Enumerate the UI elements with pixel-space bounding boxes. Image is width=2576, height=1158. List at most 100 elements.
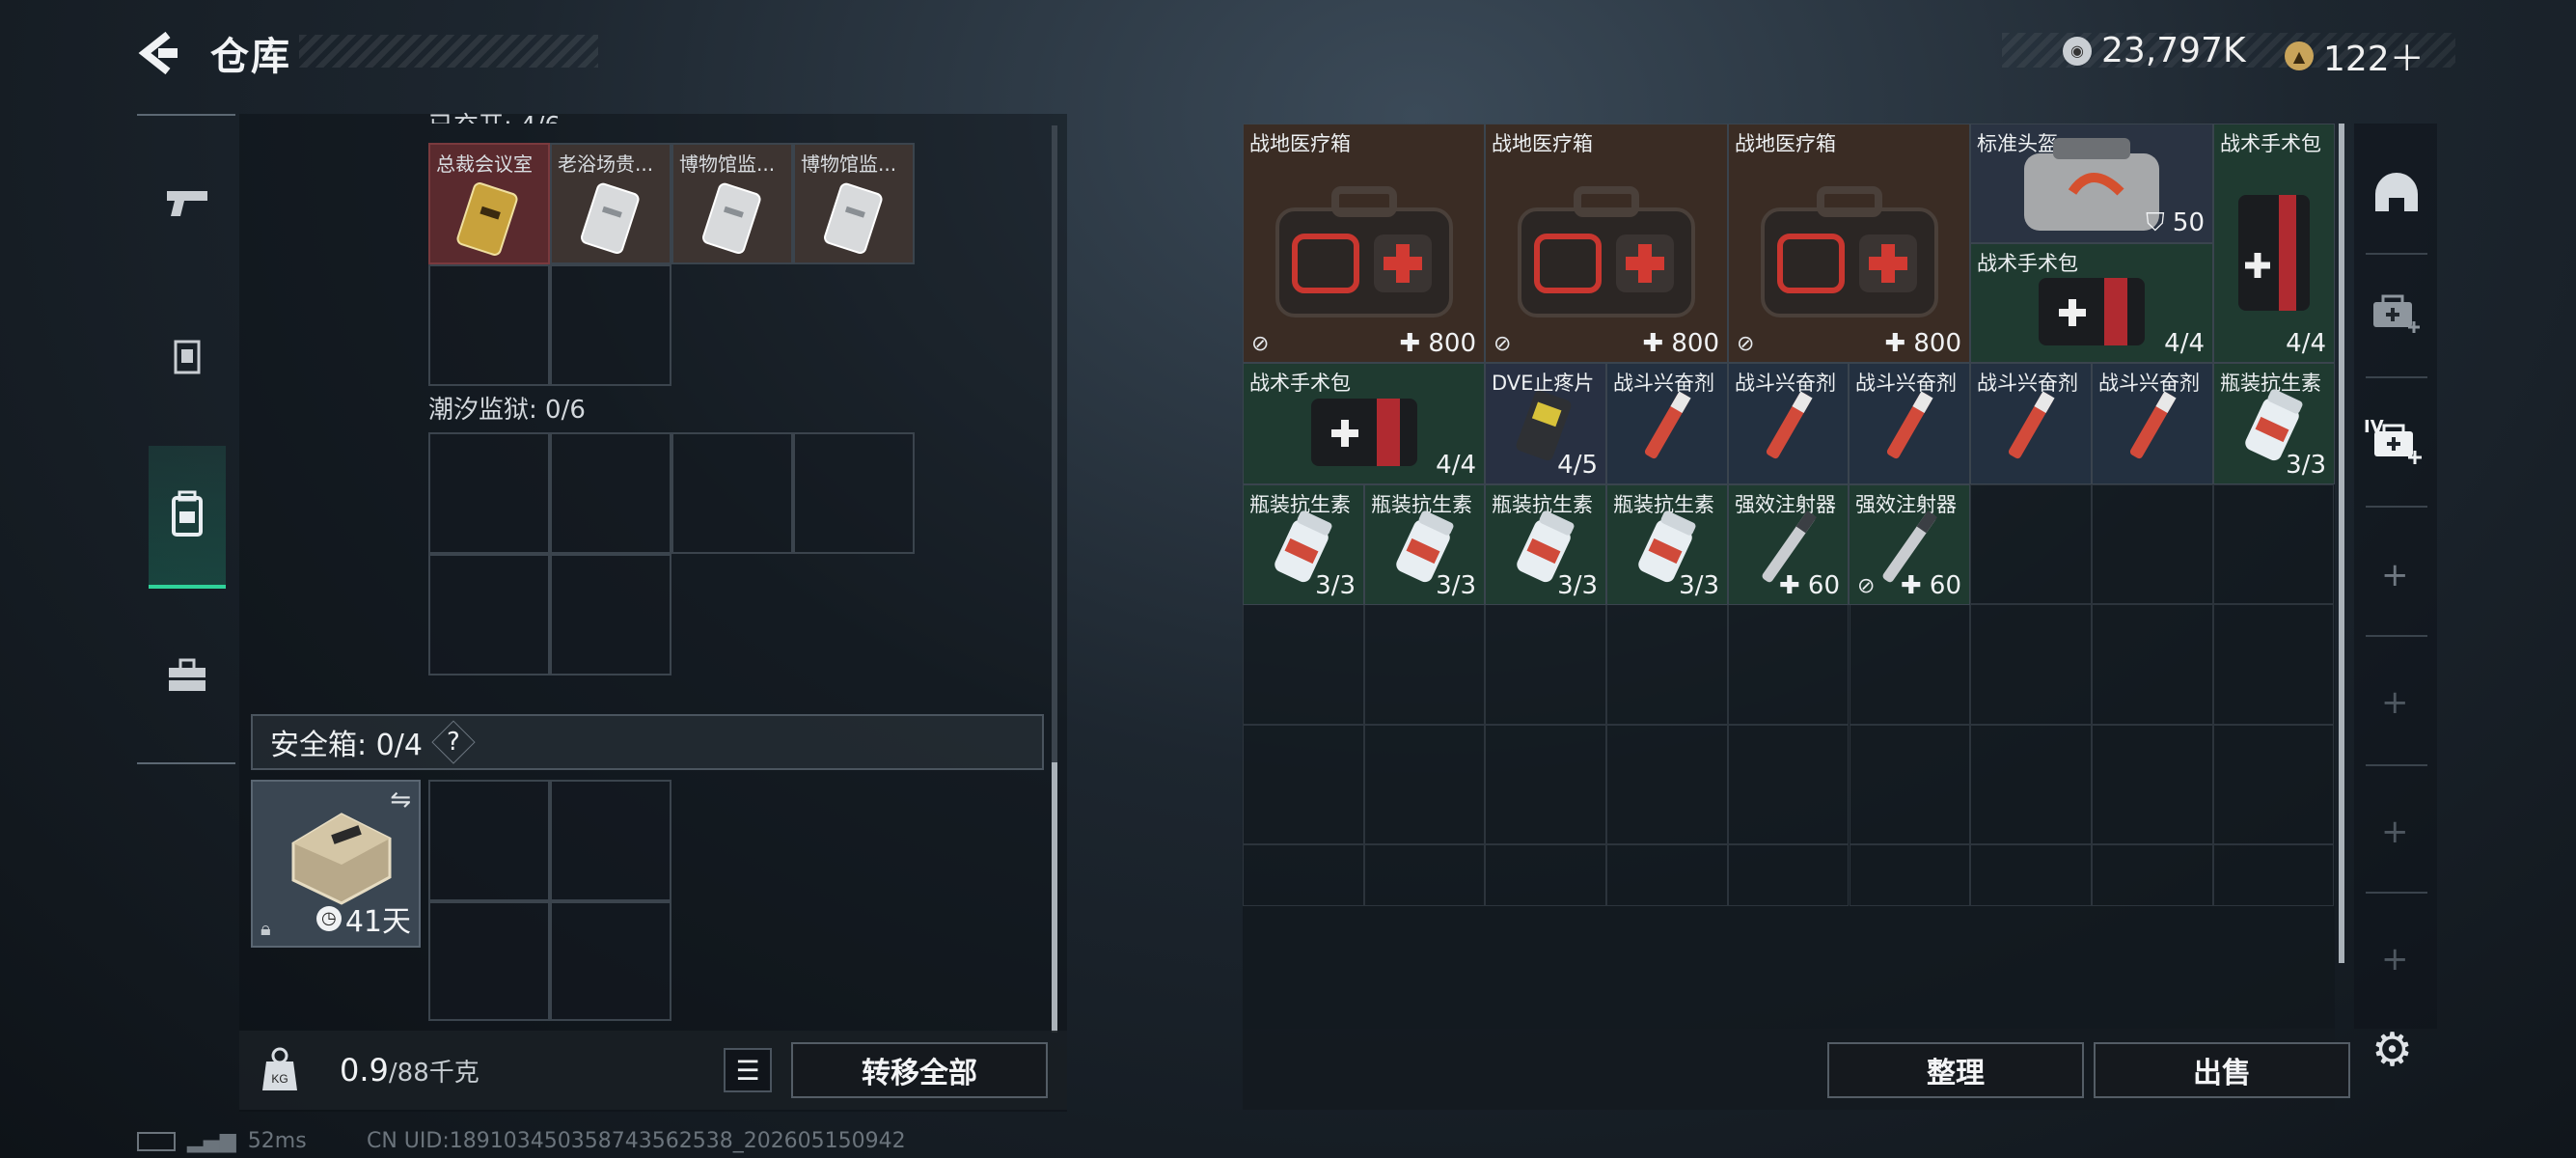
nav-medkit-category[interactable] xyxy=(2366,286,2427,344)
add-filter-icon[interactable]: + xyxy=(2381,940,2409,979)
stash-cell[interactable] xyxy=(1243,604,1364,725)
item-stim[interactable]: 战斗兴奋剂 xyxy=(1970,363,2092,484)
empty-key-slot[interactable] xyxy=(428,264,550,386)
empty-key-slot[interactable] xyxy=(550,264,671,386)
item-medkit[interactable]: 战地医疗箱 ✚ 800 ⊘ xyxy=(1485,124,1728,363)
item-count: 3/3 xyxy=(1557,571,1598,600)
add-filter-icon[interactable]: + xyxy=(2381,556,2409,594)
add-filter-icon[interactable]: + xyxy=(2381,813,2409,851)
item-medkit[interactable]: 战地医疗箱 ✚ 800 ⊘ xyxy=(1728,124,1970,363)
stash-cell[interactable] xyxy=(2091,724,2213,844)
nav-iv-category[interactable]: IV xyxy=(2362,413,2429,475)
item-medkit[interactable]: 战地医疗箱 ✚ 800 ⊘ xyxy=(1243,124,1485,363)
keycard-silver-icon xyxy=(702,182,761,255)
nav-helmet-category[interactable] xyxy=(2366,164,2427,222)
stash-cell[interactable] xyxy=(2212,844,2335,906)
safe-box-empty-slot[interactable] xyxy=(428,901,550,1021)
empty-key-slot[interactable] xyxy=(550,432,671,554)
empty-key-slot[interactable] xyxy=(428,432,550,554)
stash-cell[interactable] xyxy=(1363,604,1486,725)
stash-cell[interactable] xyxy=(1606,724,1728,844)
item-surgery[interactable]: 战术手术包 4/4 xyxy=(1243,363,1485,484)
item-stim[interactable]: 战斗兴奋剂 xyxy=(1728,363,1849,484)
stash-cell[interactable] xyxy=(2212,724,2335,844)
nav-weapons[interactable] xyxy=(149,164,226,241)
item-surgery_tall[interactable]: 战术手术包 4/4 xyxy=(2213,124,2335,363)
stash-cell[interactable] xyxy=(1363,724,1486,844)
stash-cell[interactable] xyxy=(2091,604,2213,725)
stash-cell[interactable] xyxy=(1727,604,1850,725)
stash-cell[interactable] xyxy=(1727,844,1850,906)
item-bottle[interactable]: 瓶装抗生素 3/3 xyxy=(1485,484,1606,605)
list-view-button[interactable]: ☰ xyxy=(724,1048,772,1092)
keycard-silver-icon xyxy=(581,182,640,255)
chevron-left-icon xyxy=(138,31,178,75)
key-label: 老浴场贵... xyxy=(558,152,654,176)
stash-cell[interactable] xyxy=(1485,844,1607,906)
stash-cell[interactable] xyxy=(1485,724,1607,844)
sell-button[interactable]: 出售 xyxy=(2094,1042,2350,1098)
item-stim[interactable]: 战斗兴奋剂 xyxy=(1606,363,1728,484)
right-scrollbar-thumb[interactable] xyxy=(2339,124,2344,963)
gear-icon[interactable]: ⚙ xyxy=(2371,1023,2413,1077)
stash-cell[interactable] xyxy=(1606,844,1728,906)
stash-cell[interactable] xyxy=(2212,604,2335,725)
currency-2[interactable]: ▲ 122＋ xyxy=(2285,31,2425,81)
item-count: ✚ 800 xyxy=(1642,329,1719,358)
item-helmet[interactable]: 标准头盔 ⛉ 50 xyxy=(1970,124,2213,243)
nav-equipment[interactable] xyxy=(149,318,226,396)
item-pills[interactable]: DVE止疼片 4/5 xyxy=(1485,363,1606,484)
key-slot[interactable]: 博物馆监... xyxy=(671,143,793,264)
left-scrollbar-thumb[interactable] xyxy=(1052,762,1057,1033)
status-bar: ▂▄▆ 52ms xyxy=(137,1129,307,1153)
stash-cell[interactable] xyxy=(1363,844,1486,906)
safe-box-empty-slot[interactable] xyxy=(428,780,550,901)
item-surgery[interactable]: 战术手术包 4/4 xyxy=(1970,243,2213,363)
stash-cell[interactable] xyxy=(1243,724,1364,844)
empty-key-slot[interactable] xyxy=(428,554,550,676)
back-button[interactable] xyxy=(135,29,183,77)
empty-key-slot[interactable] xyxy=(671,432,793,554)
stash-cell[interactable] xyxy=(1970,724,2092,844)
item-syringe[interactable]: 强效注射器 ✚ 60 ⊘ xyxy=(1849,484,1970,605)
help-icon[interactable]: ? xyxy=(431,720,476,764)
swap-icon[interactable]: ⇋ xyxy=(390,786,411,814)
key-slot[interactable]: 博物馆监... xyxy=(793,143,915,264)
transfer-all-button[interactable]: 转移全部 xyxy=(791,1042,1048,1098)
item-stim[interactable]: 战斗兴奋剂 xyxy=(2092,363,2213,484)
safe-box-slot[interactable]: ⇋ 🔒︎ ◷ 41天 xyxy=(251,780,421,948)
item-bottle[interactable]: 瓶装抗生素 3/3 xyxy=(1606,484,1728,605)
stash-cell[interactable] xyxy=(1606,604,1728,725)
iv-label: IV xyxy=(2364,417,2384,437)
nav-toolbox[interactable] xyxy=(149,637,226,714)
stash-cell[interactable] xyxy=(1970,483,2092,604)
surgery-kit-icon xyxy=(2039,278,2145,346)
key-slot[interactable]: 总裁会议室 xyxy=(428,143,550,264)
stash-cell[interactable] xyxy=(1849,844,1971,906)
stash-cell[interactable] xyxy=(1243,844,1364,906)
safe-box-empty-slot[interactable] xyxy=(550,901,671,1021)
stash-cell[interactable] xyxy=(2091,844,2213,906)
stash-cell[interactable] xyxy=(2091,483,2213,604)
stash-cell[interactable] xyxy=(1970,604,2092,725)
safe-box-empty-slot[interactable] xyxy=(550,780,671,901)
key-slot[interactable]: 老浴场贵... xyxy=(550,143,671,264)
stash-cell[interactable] xyxy=(1727,724,1850,844)
stash-cell[interactable] xyxy=(2212,483,2335,604)
nav-backpack[interactable] xyxy=(149,446,226,589)
stash-cell[interactable] xyxy=(1485,604,1607,725)
empty-key-slot[interactable] xyxy=(550,554,671,676)
stash-cell[interactable] xyxy=(1849,724,1971,844)
item-stim[interactable]: 战斗兴奋剂 xyxy=(1849,363,1970,484)
sort-button[interactable]: 整理 xyxy=(1827,1042,2084,1098)
add-filter-icon[interactable]: + xyxy=(2381,683,2409,722)
safe-box-days: 41天 xyxy=(344,905,411,939)
stash-cell[interactable] xyxy=(1970,844,2092,906)
item-bottle[interactable]: 瓶装抗生素 3/3 xyxy=(1364,484,1485,605)
stash-cell[interactable] xyxy=(1849,604,1971,725)
item-bottle[interactable]: 瓶装抗生素 3/3 xyxy=(1243,484,1364,605)
empty-key-slot[interactable] xyxy=(793,432,915,554)
item-bottle[interactable]: 瓶装抗生素 3/3 xyxy=(2213,363,2335,484)
item-syringe[interactable]: 强效注射器 ✚ 60 xyxy=(1728,484,1849,605)
currency-1[interactable]: ◉ 23,797K xyxy=(2063,31,2246,70)
